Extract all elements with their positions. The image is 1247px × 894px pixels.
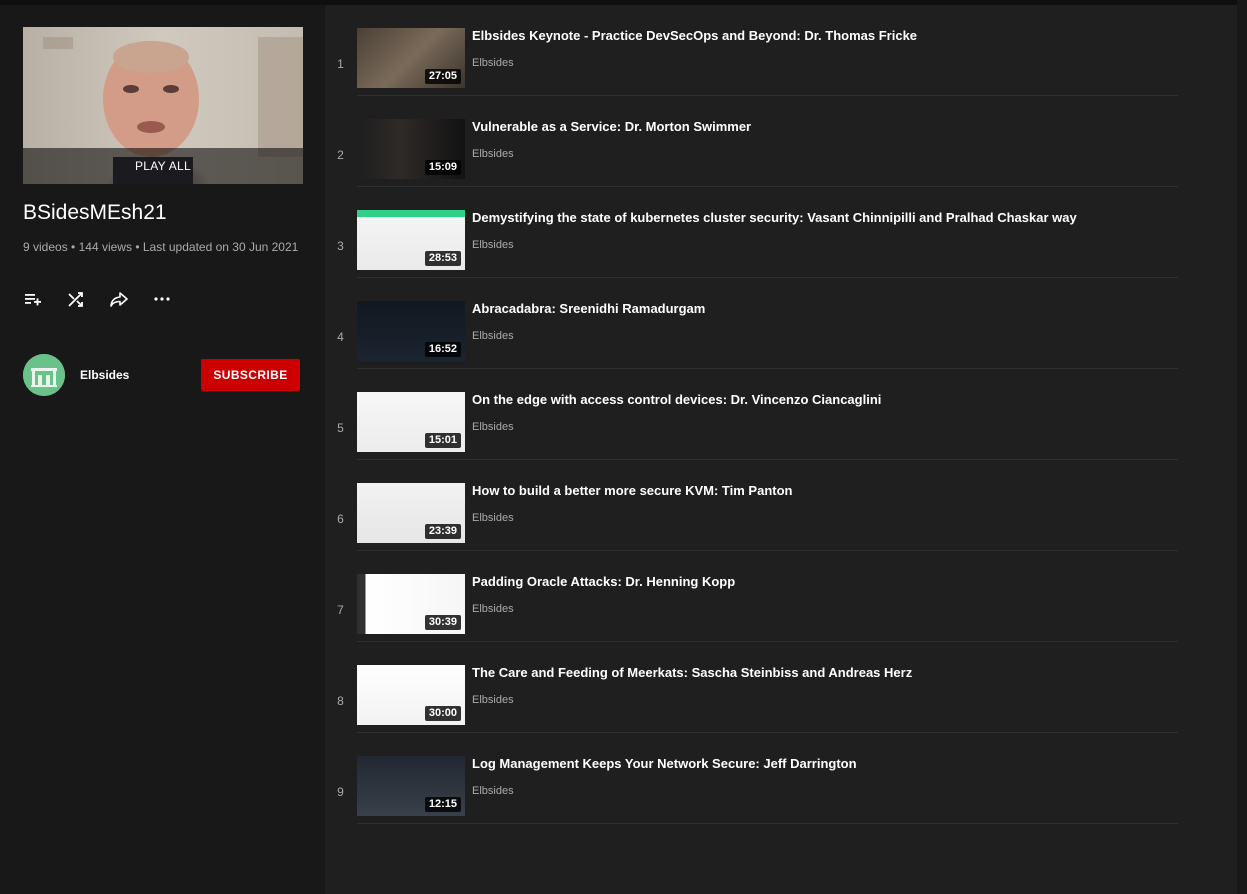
video-duration: 15:09 bbox=[424, 160, 461, 175]
video-index: 2 bbox=[337, 148, 344, 162]
video-channel-name[interactable]: Elbsides bbox=[472, 694, 514, 706]
channel-name[interactable]: Elbsides bbox=[80, 368, 129, 382]
video-duration: 27:05 bbox=[424, 69, 461, 84]
video-index: 7 bbox=[337, 603, 344, 617]
video-index: 8 bbox=[337, 694, 344, 708]
video-title[interactable]: Abracadabra: Sreenidhi Ramadurgam bbox=[472, 301, 705, 316]
playlist-title: BSidesMEsh21 bbox=[23, 201, 167, 224]
video-duration: 23:39 bbox=[424, 524, 461, 539]
video-thumbnail[interactable]: 23:39 bbox=[357, 483, 465, 543]
channel-avatar[interactable] bbox=[23, 354, 65, 396]
playlist-actions bbox=[23, 288, 195, 310]
video-index: 1 bbox=[337, 57, 344, 71]
video-row[interactable]: 3 28:53 Demystifying the state of kubernet… bbox=[325, 187, 1237, 278]
video-index: 3 bbox=[337, 239, 344, 253]
video-channel-name[interactable]: Elbsides bbox=[472, 421, 514, 433]
video-title[interactable]: How to build a better more secure KVM: T… bbox=[472, 483, 792, 498]
video-row[interactable]: 6 23:39 How to build a better more secure … bbox=[325, 460, 1237, 551]
subscribe-button[interactable]: SUBSCRIBE bbox=[201, 359, 300, 391]
video-row[interactable]: 8 30:00 The Care and Feeding of Meerkats: … bbox=[325, 642, 1237, 733]
video-duration: 12:15 bbox=[424, 797, 461, 812]
video-row[interactable]: 5 15:01 On the edge with access control de… bbox=[325, 369, 1237, 460]
video-channel-name[interactable]: Elbsides bbox=[472, 603, 514, 615]
channel-row: Elbsides SUBSCRIBE bbox=[23, 354, 303, 396]
video-thumbnail[interactable]: 30:39 bbox=[357, 574, 465, 634]
video-title[interactable]: Log Management Keeps Your Network Secure… bbox=[472, 756, 857, 771]
playlist-hero-thumbnail[interactable]: PLAY ALL bbox=[23, 27, 303, 184]
save-to-playlist-button[interactable] bbox=[23, 288, 66, 310]
video-title[interactable]: The Care and Feeding of Meerkats: Sascha… bbox=[472, 665, 912, 680]
video-thumbnail[interactable]: 28:53 bbox=[357, 210, 465, 270]
video-index: 6 bbox=[337, 512, 344, 526]
save-to-playlist-icon bbox=[25, 294, 41, 306]
shuffle-button[interactable] bbox=[66, 288, 109, 310]
video-title[interactable]: Vulnerable as a Service: Dr. Morton Swim… bbox=[472, 119, 751, 134]
video-index: 4 bbox=[337, 330, 344, 344]
video-index: 9 bbox=[337, 785, 344, 799]
video-title[interactable]: On the edge with access control devices:… bbox=[472, 392, 881, 407]
video-duration: 15:01 bbox=[424, 433, 461, 448]
video-count: 9 videos bbox=[23, 240, 68, 254]
stats-separator: • bbox=[135, 240, 140, 254]
video-duration: 30:39 bbox=[424, 615, 461, 630]
playlist-stats: 9 videos • 144 views • Last updated on 3… bbox=[23, 238, 303, 256]
video-thumbnail[interactable]: 30:00 bbox=[357, 665, 465, 725]
playlist-video-list: 1 27:05 Elbsides Keynote - Practice DevSec… bbox=[325, 5, 1237, 894]
video-row[interactable]: 4 16:52 Abracadabra: Sreenidhi Ramadurgam E… bbox=[325, 278, 1237, 369]
video-thumbnail[interactable]: 15:01 bbox=[357, 392, 465, 452]
playlist-sidebar: PLAY ALL BSidesMEsh21 9 videos • 144 vie… bbox=[0, 5, 325, 894]
video-row[interactable]: 1 27:05 Elbsides Keynote - Practice DevSec… bbox=[325, 5, 1237, 96]
video-row[interactable]: 2 15:09 Vulnerable as a Service: Dr. Morto… bbox=[325, 96, 1237, 187]
view-count: 144 views bbox=[78, 240, 132, 254]
video-thumbnail[interactable]: 15:09 bbox=[357, 119, 465, 179]
scrollbar-track[interactable] bbox=[1237, 0, 1247, 894]
play-all-overlay[interactable]: PLAY ALL bbox=[23, 148, 303, 184]
video-duration: 28:53 bbox=[424, 251, 461, 266]
play-all-label: PLAY ALL bbox=[134, 159, 191, 173]
video-title[interactable]: Elbsides Keynote - Practice DevSecOps an… bbox=[472, 28, 917, 43]
video-thumbnail[interactable]: 12:15 bbox=[357, 756, 465, 816]
last-updated: Last updated on 30 Jun 2021 bbox=[142, 240, 299, 254]
video-title[interactable]: Padding Oracle Attacks: Dr. Henning Kopp bbox=[472, 574, 735, 589]
more-icon bbox=[154, 297, 170, 301]
stats-separator: • bbox=[71, 240, 76, 254]
video-channel-name[interactable]: Elbsides bbox=[472, 512, 514, 524]
elbsides-logo-icon bbox=[23, 354, 65, 396]
share-icon bbox=[110, 292, 128, 307]
video-thumbnail[interactable]: 27:05 bbox=[357, 28, 465, 88]
video-row[interactable]: 9 12:15 Log Management Keeps Your Network … bbox=[325, 733, 1237, 824]
video-duration: 16:52 bbox=[424, 342, 461, 357]
video-channel-name[interactable]: Elbsides bbox=[472, 148, 514, 160]
share-button[interactable] bbox=[109, 288, 152, 310]
video-channel-name[interactable]: Elbsides bbox=[472, 57, 514, 69]
video-row[interactable]: 7 30:39 Padding Oracle Attacks: Dr. Hennin… bbox=[325, 551, 1237, 642]
video-channel-name[interactable]: Elbsides bbox=[472, 785, 514, 797]
video-channel-name[interactable]: Elbsides bbox=[472, 330, 514, 342]
video-duration: 30:00 bbox=[424, 706, 461, 721]
video-thumbnail[interactable]: 16:52 bbox=[357, 301, 465, 361]
more-actions-button[interactable] bbox=[152, 288, 195, 310]
video-title[interactable]: Demystifying the state of kubernetes clu… bbox=[472, 210, 1077, 225]
row-divider bbox=[357, 823, 1178, 824]
video-channel-name[interactable]: Elbsides bbox=[472, 239, 514, 251]
shuffle-icon bbox=[68, 292, 83, 307]
video-index: 5 bbox=[337, 421, 344, 435]
